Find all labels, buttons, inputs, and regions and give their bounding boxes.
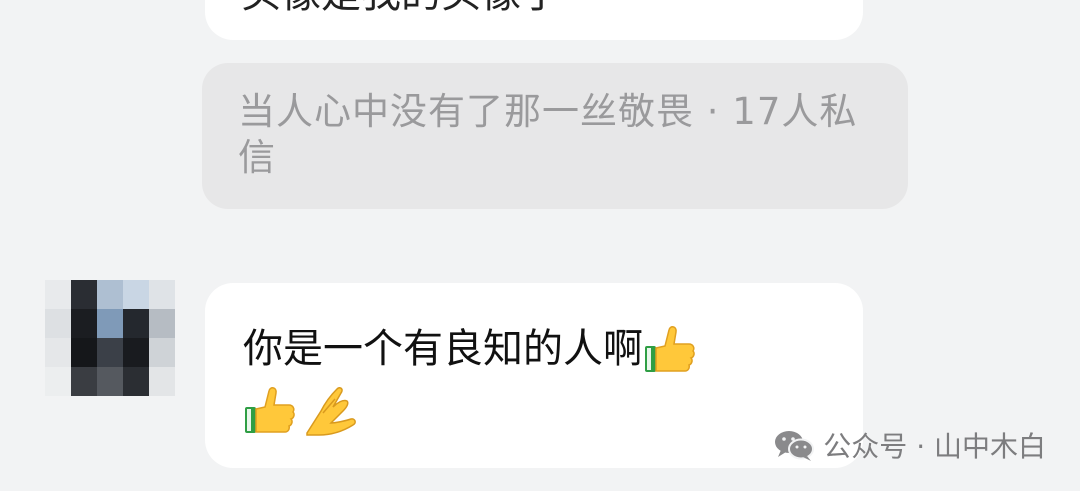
previous-message-text: 头像是我的头像了: [241, 0, 561, 18]
thumbs-up-icon: [645, 326, 695, 372]
message-line-1: 你是一个有良知的人啊: [243, 321, 697, 377]
watermark: 公众号 · 山中木白: [773, 425, 1046, 465]
smiling-face-emoji-icon: [595, 0, 643, 18]
system-notice-text: 当人心中没有了那一丝敬畏 · 17人私信: [238, 90, 858, 179]
watermark-text: 公众号 · 山中木白: [823, 430, 1046, 463]
wechat-icon: [775, 431, 815, 461]
avatar[interactable]: [45, 280, 175, 396]
message-line-2: [243, 383, 361, 437]
previous-message-bubble[interactable]: 头像是我的头像了: [205, 0, 863, 40]
thumbs-up-icon: [245, 387, 295, 433]
incoming-message-text: 你是一个有良知的人啊: [243, 326, 643, 372]
incoming-message-bubble[interactable]: 你是一个有良知的人啊: [205, 283, 863, 468]
system-notice: 当人心中没有了那一丝敬畏 · 17人私信: [202, 63, 908, 209]
folded-hands-icon: [306, 387, 356, 436]
